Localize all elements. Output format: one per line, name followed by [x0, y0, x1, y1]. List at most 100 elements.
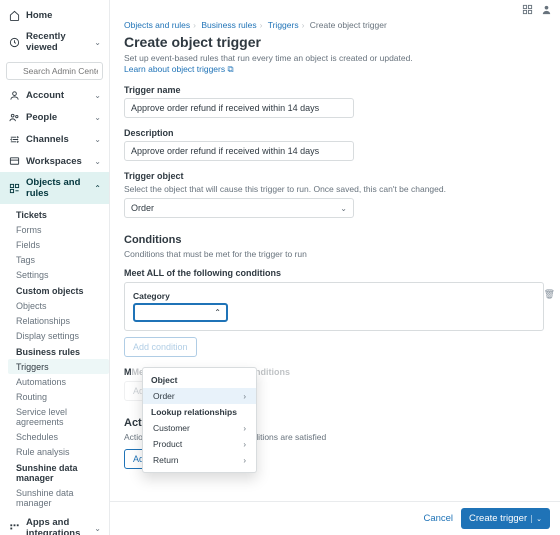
footer-bar: Cancel Create trigger ⌄ [110, 501, 560, 535]
cancel-button[interactable]: Cancel [423, 513, 453, 524]
people-icon [8, 111, 20, 123]
dd-item-customer[interactable]: Customer › [143, 420, 256, 436]
category-select[interactable]: ⌃ [133, 303, 228, 322]
trigger-object-hint: Select the object that will cause this t… [124, 184, 544, 195]
sidebar: Home Recently viewed ⌄ 🔍 Account ⌄ Peopl… [0, 0, 110, 535]
category-label: Category [133, 291, 535, 301]
all-label: Meet ALL of the following conditions [124, 268, 544, 278]
sub-tags[interactable]: Tags [8, 252, 109, 267]
trigger-object-select[interactable]: Order ⌄ [124, 198, 354, 218]
nav-workspaces-label: Workspaces [26, 156, 94, 167]
sub-fields[interactable]: Fields [8, 237, 109, 252]
page-title: Create object trigger [124, 34, 544, 50]
trigger-object-label: Trigger object [124, 171, 544, 181]
chevron-down-icon: ⌄ [94, 157, 101, 166]
dd-item-return[interactable]: Return › [143, 452, 256, 468]
apps-icon [8, 522, 20, 534]
nav-people[interactable]: People ⌄ [0, 106, 109, 128]
conditions-hint: Conditions that must be met for the trig… [124, 249, 544, 260]
sub-schedules[interactable]: Schedules [8, 429, 109, 444]
sub-head-sunshine: Sunshine data manager [8, 459, 109, 485]
conditions-head: Conditions [124, 234, 544, 246]
sub-objects[interactable]: Objects [8, 298, 109, 313]
sub-display[interactable]: Display settings [8, 328, 109, 343]
trigger-name-label: Trigger name [124, 85, 544, 95]
dd-item-order[interactable]: Order › [143, 388, 256, 404]
channels-icon [8, 133, 20, 145]
home-icon [8, 9, 20, 21]
page-subtitle: Set up event-based rules that run every … [124, 53, 413, 63]
sub-forms[interactable]: Forms [8, 222, 109, 237]
sub-triggers[interactable]: Triggers [8, 359, 109, 374]
search-input[interactable] [6, 62, 103, 80]
dd-item-customer-label: Customer [153, 423, 190, 433]
nav-apps[interactable]: Apps and integrations ⌄ [0, 512, 109, 535]
dd-item-return-label: Return [153, 455, 179, 465]
sub-head-business: Business rules [8, 343, 109, 359]
account-icon [8, 89, 20, 101]
learn-link[interactable]: Learn about object triggers ⧉ [124, 64, 234, 74]
nav-channels-label: Channels [26, 134, 94, 145]
nav-account-label: Account [26, 90, 94, 101]
grid-icon[interactable] [522, 4, 533, 15]
chevron-right-icon: › [243, 424, 246, 433]
dd-item-product[interactable]: Product › [143, 436, 256, 452]
nav-people-label: People [26, 112, 94, 123]
description-input[interactable] [124, 141, 354, 161]
chevron-up-icon: ⌃ [94, 184, 101, 193]
nav-apps-label: Apps and integrations [26, 517, 94, 535]
trash-icon[interactable]: 🗑 [544, 289, 555, 300]
chevron-down-icon: ⌄ [94, 113, 101, 122]
chevron-down-icon: ⌄ [94, 38, 101, 47]
sub-head-tickets: Tickets [8, 206, 109, 222]
breadcrumb: Objects and rules› Business rules› Trigg… [124, 18, 544, 30]
dd-item-order-label: Order [153, 391, 175, 401]
chevron-right-icon: › [243, 440, 246, 449]
nav-recent-label: Recently viewed [26, 31, 94, 53]
dd-item-product-label: Product [153, 439, 182, 449]
nav-channels[interactable]: Channels ⌄ [0, 128, 109, 150]
sub-settings[interactable]: Settings [8, 267, 109, 282]
nav-home[interactable]: Home [0, 4, 109, 26]
clock-icon [8, 36, 20, 48]
nav-home-label: Home [26, 10, 101, 21]
sub-automations[interactable]: Automations [8, 374, 109, 389]
trigger-name-input[interactable] [124, 98, 354, 118]
chevron-down-icon: ⌄ [94, 91, 101, 100]
nav-workspaces[interactable]: Workspaces ⌄ [0, 150, 109, 172]
chevron-right-icon: › [243, 456, 246, 465]
sub-rule-analysis[interactable]: Rule analysis [8, 444, 109, 459]
chevron-down-icon: ⌄ [94, 524, 101, 533]
add-condition-all-button[interactable]: Add condition [124, 337, 197, 357]
sub-relationships[interactable]: Relationships [8, 313, 109, 328]
crumb-current: Create object trigger [310, 20, 387, 30]
chevron-down-icon: ⌄ [340, 204, 347, 213]
sub-list: Tickets Forms Fields Tags Settings Custo… [0, 204, 109, 512]
sub-sunshine[interactable]: Sunshine data manager [8, 485, 109, 510]
sub-head-custom: Custom objects [8, 282, 109, 298]
chevron-down-icon: ⌄ [94, 135, 101, 144]
workspaces-icon [8, 155, 20, 167]
nav-recent[interactable]: Recently viewed ⌄ [0, 26, 109, 58]
crumb-business[interactable]: Business rules [201, 20, 256, 30]
dd-head-object: Object [143, 372, 256, 388]
nav-objects-rules[interactable]: Objects and rules ⌃ [0, 172, 109, 204]
objects-icon [8, 182, 20, 194]
crumb-objects[interactable]: Objects and rules [124, 20, 190, 30]
nav-account[interactable]: Account ⌄ [0, 84, 109, 106]
category-dropdown: Object Order › Lookup relationships Cust… [142, 367, 257, 473]
user-icon[interactable] [541, 4, 552, 15]
crumb-triggers[interactable]: Triggers [268, 20, 299, 30]
sub-routing[interactable]: Routing [8, 389, 109, 404]
dd-head-lookup: Lookup relationships [143, 404, 256, 420]
trigger-object-value: Order [131, 203, 154, 213]
condition-box-all: Category ⌃ 🗑 [124, 282, 544, 331]
create-trigger-button[interactable]: Create trigger ⌄ [461, 508, 550, 529]
nav-objects-label: Objects and rules [26, 177, 94, 199]
topbar [110, 0, 560, 18]
create-trigger-label: Create trigger [469, 513, 527, 524]
chevron-down-icon[interactable]: ⌄ [531, 515, 542, 523]
sub-sla[interactable]: Service level agreements [8, 404, 109, 429]
chevron-right-icon: › [243, 392, 246, 401]
chevron-up-icon: ⌃ [214, 308, 221, 317]
